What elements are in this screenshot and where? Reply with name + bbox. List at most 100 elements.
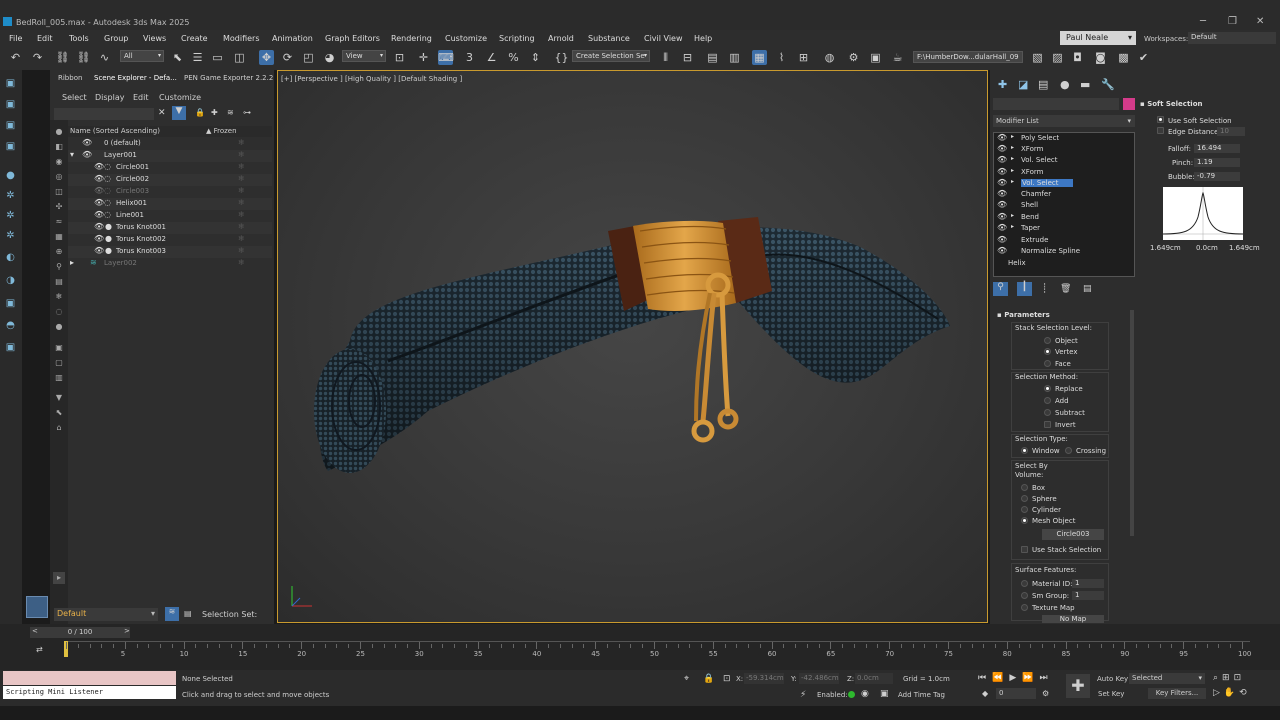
tab-pen-game-exporter[interactable]: PEN Game Exporter 2.2.2 — [184, 74, 273, 82]
display-helpers-icon[interactable]: ✣ — [53, 201, 65, 213]
strip-tool-8-icon[interactable]: ▣ — [3, 296, 18, 311]
key-set-dropdown[interactable]: Selected ▾ — [1129, 673, 1205, 684]
rect-selection-icon[interactable]: ▭ — [210, 50, 225, 65]
scene-explorer-icon[interactable]: ▤ — [705, 50, 720, 65]
placement-icon[interactable]: ◕ — [322, 50, 337, 65]
align-icon[interactable]: ⊟ — [680, 50, 695, 65]
project-icon[interactable]: ▧ — [1030, 50, 1045, 65]
filter-icon[interactable]: ▼ — [172, 106, 186, 120]
display-invert-icon[interactable]: ▢ — [53, 357, 65, 369]
render-production-icon[interactable]: ☕ — [890, 50, 905, 65]
stack-item-xform[interactable]: 👁 ▸ XForm — [994, 144, 1134, 155]
configure-sets-icon[interactable]: ▤ — [1083, 284, 1092, 294]
tool-a-icon[interactable]: ◘ — [1070, 50, 1085, 65]
selection-filter-dropdown[interactable]: All ▾ — [120, 50, 164, 62]
sync-selection-icon[interactable]: ⌂ — [53, 422, 65, 434]
make-unique-icon[interactable]: ┊ — [1042, 284, 1047, 294]
strip-tool-1-icon[interactable]: ▣ — [3, 76, 18, 91]
visibility-eye-icon[interactable]: 👁 — [82, 150, 92, 159]
display-shapes-icon[interactable]: ◉ — [53, 156, 65, 168]
freeze-icon[interactable]: ❄ — [238, 150, 245, 159]
freeze-icon[interactable]: ❄ — [238, 162, 245, 171]
stack-item-vol-select[interactable]: 👁 ▸ Vol. Select — [994, 155, 1134, 166]
layer-stack-icon[interactable]: ≋ — [227, 108, 234, 117]
strip-tool-6-icon[interactable]: ◐ — [3, 250, 18, 265]
visibility-eye-icon[interactable]: 👁 — [94, 222, 104, 231]
y-coordinate-field[interactable]: -42.486cm — [799, 673, 839, 684]
tab-scene-explorer[interactable]: Scene Explorer - Defa... — [94, 74, 177, 82]
pinch-spinner[interactable]: 1.19 — [1194, 158, 1240, 167]
set-key-big-icon[interactable]: ✚ — [1066, 674, 1090, 698]
time-slider[interactable]: 0 / 100 — [30, 627, 130, 638]
strip-elem-icon[interactable]: ✲ — [3, 208, 18, 223]
display-containers-icon[interactable]: ▤ — [53, 276, 65, 288]
layer-explorer-icon[interactable]: ▥ — [727, 50, 742, 65]
freeze-icon[interactable]: ❄ — [238, 210, 245, 219]
curve-editor-icon[interactable]: ⌇ — [774, 50, 789, 65]
strip-tool-7-icon[interactable]: ◑ — [3, 273, 18, 288]
track-bar-toggle-icon[interactable]: ⇄ — [36, 645, 43, 654]
check-icon[interactable]: ✔ — [1136, 50, 1151, 65]
visibility-eye-icon[interactable]: 👁 — [94, 198, 104, 207]
radio-texture-map[interactable] — [1021, 604, 1028, 611]
menu-arnold[interactable]: Arnold — [548, 34, 574, 43]
pivot-center-icon[interactable]: ⊡ — [392, 50, 407, 65]
visibility-eye-icon[interactable]: 👁 — [94, 246, 104, 255]
select-manipulate-icon[interactable]: ✛ — [416, 50, 431, 65]
stack-item-extrude[interactable]: 👁 Extrude — [994, 235, 1134, 246]
move-icon[interactable]: ✥ — [259, 50, 274, 65]
checkbox-invert[interactable] — [1044, 421, 1051, 428]
folder-icon[interactable]: ▨ — [1050, 50, 1065, 65]
absolute-mode-icon[interactable]: ⊡ — [723, 674, 731, 684]
stack-item-bend[interactable]: 👁 ▸ Bend — [994, 212, 1134, 223]
scene-search-input[interactable] — [54, 108, 154, 120]
selection-lock-icon[interactable]: 🔒 — [703, 674, 714, 684]
radio-cylinder[interactable] — [1021, 506, 1028, 513]
sm-group-spinner[interactable]: 1 — [1072, 591, 1104, 600]
select-by-name-icon[interactable]: ☰ — [190, 50, 205, 65]
hierarchy-icon[interactable]: ⊶ — [243, 108, 251, 117]
minimize-icon[interactable]: ─ — [1200, 16, 1206, 27]
filter-side-icon[interactable]: ▼ — [53, 392, 65, 404]
column-name-header[interactable]: Name (Sorted Ascending) — [70, 127, 160, 135]
next-frame-arrow-icon[interactable]: > — [124, 627, 130, 635]
tool-b-icon[interactable]: ◙ — [1093, 50, 1108, 65]
radio-replace[interactable] — [1044, 385, 1051, 392]
key-filters-button[interactable]: Key Filters... — [1148, 688, 1206, 699]
select-dependents-icon[interactable]: ⬉ — [53, 407, 65, 419]
radio-sphere[interactable] — [1021, 495, 1028, 502]
scripting-mini-listener[interactable]: Scripting Mini Listener — [3, 686, 176, 699]
scene-row[interactable]: 👁 ◌ Circle003 ❄ — [68, 186, 272, 198]
remove-modifier-icon[interactable]: 🗑 — [1060, 284, 1071, 294]
redo-icon[interactable]: ↷ — [30, 50, 45, 65]
stack-item-xform[interactable]: 👁 ▸ XForm — [994, 167, 1134, 178]
menu-modifiers[interactable]: Modifiers — [223, 34, 260, 43]
scene-row[interactable]: ▾ 👁 Layer001 ❄ — [68, 150, 272, 162]
clear-search-icon[interactable]: ✕ — [158, 108, 166, 118]
menu-rendering[interactable]: Rendering — [391, 34, 432, 43]
set-key-button[interactable]: Set Key — [1098, 690, 1124, 698]
strip-tool-3-icon[interactable]: ▣ — [3, 118, 18, 133]
radio-object[interactable] — [1044, 337, 1051, 344]
key-mode-icon[interactable]: ◆ — [982, 689, 988, 698]
keyboard-shortcut-override-icon[interactable]: ⌨ — [438, 50, 454, 65]
se-menu-display[interactable]: Display — [95, 93, 125, 102]
current-layer-dropdown[interactable]: Default ▾ — [54, 608, 158, 621]
visibility-eye-icon[interactable]: 👁 — [94, 210, 104, 219]
scene-row[interactable]: 👁 ● Torus Knot003 ❄ — [68, 246, 272, 258]
reference-coordinate-dropdown[interactable]: View ▾ — [342, 50, 386, 62]
menu-graph-editors[interactable]: Graph Editors — [325, 34, 380, 43]
menu-customize[interactable]: Customize — [445, 34, 487, 43]
enabled-indicator[interactable] — [848, 691, 855, 698]
parameters-rollout-title[interactable]: ▪ Parameters — [997, 311, 1050, 319]
close-icon[interactable]: ✕ — [1256, 16, 1264, 27]
display-spacewarps-icon[interactable]: ≈ — [53, 216, 65, 228]
freeze-icon[interactable]: ❄ — [238, 234, 245, 243]
selection-set-icon[interactable]: ▤ — [184, 609, 192, 618]
time-tag-icon[interactable]: ◉ — [861, 689, 869, 699]
material-editor-icon[interactable]: ◍ — [822, 50, 837, 65]
menu-group[interactable]: Group — [104, 34, 128, 43]
display-all-toggle-icon[interactable]: ● — [53, 321, 65, 333]
viewport-nav-controls[interactable]: ⌕⊞⊡ — [1213, 673, 1245, 683]
pin-stack-icon[interactable]: ⚲ — [993, 282, 1008, 296]
